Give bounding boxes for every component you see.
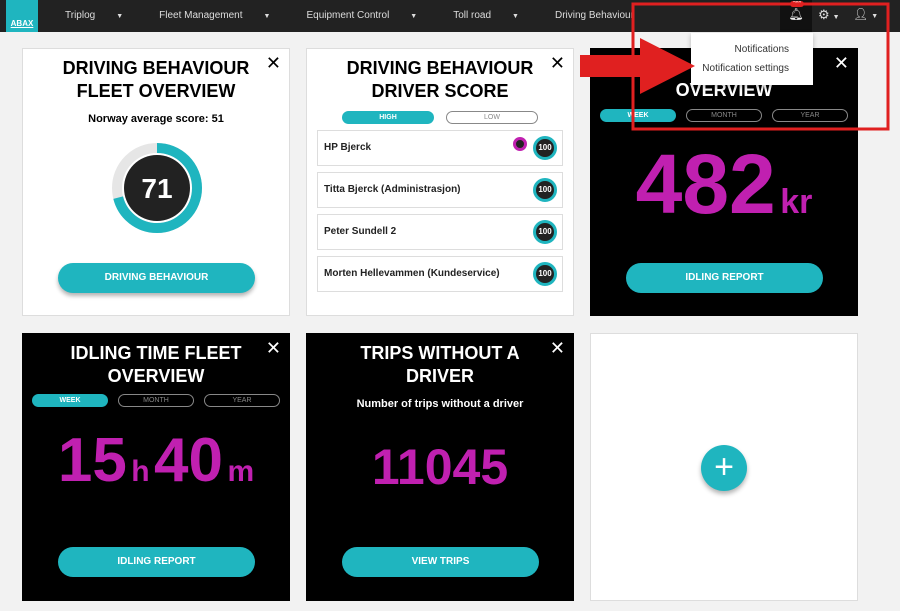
- driver-row[interactable]: Morten Hellevammen (Kundeservice) 100: [317, 256, 563, 292]
- gear-icon: ⚙: [818, 7, 830, 22]
- nav-toll-road[interactable]: Toll road ▼: [453, 10, 537, 21]
- top-navbar: ABAX Triplog ▼ Fleet Management ▼ Equipmen…: [0, 0, 900, 32]
- idling-report-button[interactable]: IDLING REPORT: [626, 263, 823, 293]
- card-title: IDLING TIME FLEET: [70, 343, 242, 363]
- nav-label: Toll road: [453, 10, 492, 21]
- tab-low[interactable]: LOW: [446, 111, 538, 124]
- user-menu-button[interactable]: 👤︎ ▼: [853, 7, 878, 21]
- fleet-overview-card: ✕ DRIVING BEHAVIOUR FLEET OVERVIEW Norway…: [22, 48, 290, 316]
- tab-year[interactable]: YEAR: [204, 394, 280, 407]
- notifications-button[interactable]: 🔔︎ 280: [780, 0, 812, 32]
- plus-icon[interactable]: +: [701, 445, 747, 491]
- score-value: 71: [141, 173, 172, 204]
- close-icon[interactable]: ✕: [550, 338, 565, 359]
- driver-score: 100: [533, 136, 557, 160]
- card-title: DRIVER SCORE: [371, 81, 509, 101]
- settings-button[interactable]: ⚙ ▼: [818, 7, 840, 23]
- card-title: TRIPS WITHOUT A: [360, 343, 520, 363]
- card-title: DRIVER: [405, 366, 474, 386]
- nav-driving-behaviour[interactable]: Driving Behaviour: [555, 10, 634, 21]
- unit: kr: [780, 183, 813, 221]
- close-icon[interactable]: ✕: [266, 53, 281, 74]
- tab-high[interactable]: HIGH: [342, 111, 434, 124]
- close-icon[interactable]: ✕: [834, 53, 849, 74]
- driver-row[interactable]: HP Bjerck 100: [317, 130, 563, 166]
- score-gauge: 71: [112, 143, 202, 233]
- close-icon[interactable]: ✕: [550, 53, 565, 74]
- caret-down-icon: ▼: [116, 13, 124, 20]
- notifications-dropdown: Notifications Notification settings: [691, 33, 813, 85]
- driver-row[interactable]: Peter Sundell 2 100: [317, 214, 563, 250]
- abax-logo[interactable]: ABAX: [6, 0, 38, 32]
- card-title: FLEET OVERVIEW: [76, 81, 236, 101]
- nav-label: Equipment Control: [306, 10, 390, 21]
- tab-week[interactable]: WEEK: [32, 394, 108, 407]
- caret-down-icon: ▼: [410, 13, 418, 20]
- card-title: DRIVING BEHAVIOUR: [62, 58, 250, 78]
- card-subtitle: Number of trips without a driver: [356, 398, 524, 410]
- menu-item-notification-settings[interactable]: Notification settings: [702, 63, 789, 74]
- driver-score: 100: [533, 262, 557, 286]
- caret-down-icon: ▼: [512, 13, 519, 20]
- user-icon: 👤︎: [853, 7, 869, 21]
- bell-icon: 🔔︎: [788, 7, 804, 21]
- driver-score: 100: [533, 220, 557, 244]
- card-title: OVERVIEW: [107, 366, 205, 386]
- add-widget-card: +: [590, 333, 858, 601]
- award-icon: [513, 137, 527, 151]
- notification-badge: 280: [790, 1, 805, 7]
- tab-year[interactable]: YEAR: [772, 109, 848, 122]
- idling-cost-value: 482: [635, 137, 776, 231]
- driver-row[interactable]: Titta Bjerck (Administrasjon) 100: [317, 172, 563, 208]
- caret-down-icon: ▼: [263, 13, 271, 20]
- idling-time-card: ✕ IDLING TIME FLEET OVERVIEW WEEK MONTH YEA…: [22, 333, 290, 601]
- driver-score-card: ✕ DRIVING BEHAVIOUR DRIVER SCORE HIGH LOW …: [306, 48, 574, 316]
- close-icon[interactable]: ✕: [266, 338, 281, 359]
- nav-equipment-control[interactable]: Equipment Control ▼: [306, 10, 435, 21]
- hours-value: 15: [57, 426, 127, 495]
- idling-report-button[interactable]: IDLING REPORT: [58, 547, 255, 577]
- card-title: DRIVING BEHAVIOUR: [346, 58, 534, 78]
- menu-item-notifications[interactable]: Notifications: [735, 44, 789, 55]
- trips-value: 11045: [371, 439, 509, 495]
- nav-fleet-management[interactable]: Fleet Management ▼: [159, 10, 288, 21]
- nav-triplog[interactable]: Triplog ▼: [65, 10, 141, 21]
- driving-behaviour-button[interactable]: DRIVING BEHAVIOUR: [58, 263, 255, 293]
- idling-cost-card: ✕ OVERVIEW WEEK MONTH YEAR 482 kr IDLING R…: [590, 48, 858, 316]
- tab-month[interactable]: MONTH: [686, 109, 762, 122]
- trips-without-driver-card: ✕ TRIPS WITHOUT A DRIVER Number of trips …: [306, 333, 574, 601]
- nav-label: Fleet Management: [159, 10, 243, 21]
- tab-month[interactable]: MONTH: [118, 394, 194, 407]
- view-trips-button[interactable]: VIEW TRIPS: [342, 547, 539, 577]
- driver-score: 100: [533, 178, 557, 202]
- nav-label: Triplog: [65, 10, 96, 21]
- minutes-value: 40: [154, 426, 224, 495]
- tab-week[interactable]: WEEK: [600, 109, 676, 122]
- average-score: Norway average score: 51: [88, 113, 224, 125]
